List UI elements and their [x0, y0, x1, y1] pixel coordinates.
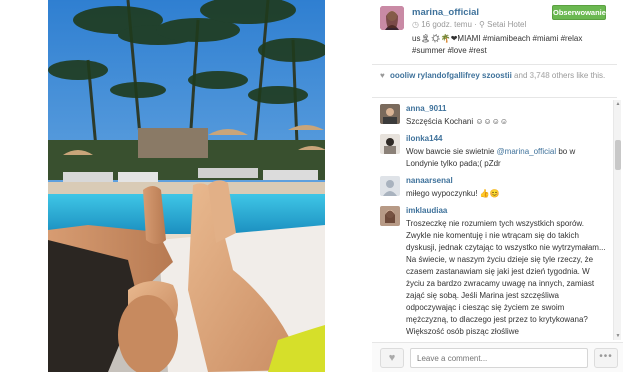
like-user-1[interactable]: oooliw [390, 71, 415, 80]
comment-text: Wow bawcie sie swietnie @marina_official… [406, 146, 608, 170]
post-time[interactable]: 16 godz. temu [421, 20, 472, 29]
comments-scrollbar[interactable]: ▲ ▼ [613, 100, 621, 340]
like-button[interactable]: ♥ [380, 348, 404, 368]
scroll-thumb[interactable] [615, 140, 621, 170]
comment-list: anna_9011 Szczęścia Kochani ☺☺☺☺ ilonka1… [372, 102, 610, 340]
scroll-down-arrow-icon[interactable]: ▼ [614, 332, 622, 340]
comment-footer: ♥ ••• [372, 342, 623, 372]
comment-username[interactable]: ilonka144 [406, 134, 442, 143]
default-avatar-icon [380, 176, 400, 196]
like-user-3[interactable]: szoostii [482, 71, 512, 80]
like-user-2[interactable]: rylandofgallifrey [418, 71, 480, 80]
beach-pool-photo [48, 0, 325, 372]
comment-text: miłego wypoczynku! 👍😊 [406, 189, 500, 198]
follow-button[interactable]: Obserwowanie [552, 5, 606, 20]
likes-suffix: others like this. [551, 71, 606, 80]
comment-username[interactable]: anna_9011 [406, 104, 446, 113]
comment-item: imklaudiaa Troszeczkę nie rozumiem tych … [380, 206, 610, 340]
likes-summary: ♥ oooliw rylandofgallifrey szoostii and … [380, 70, 612, 82]
comment-item: ilonka144 Wow bawcie sie swietnie @marin… [380, 134, 610, 178]
heart-icon: ♥ [388, 352, 396, 364]
post-caption: us🏝☀🌴❤MIAMI #miamibeach #miami #relax #s… [412, 33, 612, 57]
author-avatar[interactable] [380, 6, 404, 30]
likes-count[interactable]: 3,748 [530, 71, 550, 80]
post-location[interactable]: Setai Hotel [487, 20, 526, 29]
post-header: marina_official ◷ 16 godz. temu · ⚲ Seta… [372, 0, 623, 62]
caption-line-2: #summer #love #rest [412, 46, 487, 55]
avatar-photo [380, 134, 400, 154]
post-meta: ◷ 16 godz. temu · ⚲ Setai Hotel [412, 20, 526, 29]
more-options-button[interactable]: ••• [594, 348, 618, 368]
commenter-avatar[interactable] [380, 104, 400, 124]
avatar-photo [380, 206, 400, 226]
caption-line-1: us🏝☀🌴❤MIAMI #miamibeach #miami #relax [412, 34, 583, 43]
avatar-photo [380, 104, 400, 124]
comment-text: Troszeczkę nie rozumiem tych wszystkich … [406, 219, 606, 336]
post-photo[interactable] [48, 0, 325, 372]
divider [372, 97, 617, 98]
location-pin-icon: ⚲ [479, 20, 485, 29]
scroll-up-arrow-icon[interactable]: ▲ [614, 100, 622, 108]
ellipsis-icon: ••• [599, 351, 613, 362]
divider [372, 64, 617, 65]
author-username[interactable]: marina_official [412, 7, 479, 18]
comment-item: nanaarsenal miłego wypoczynku! 👍😊 [380, 176, 610, 206]
instagram-post-view: marina_official ◷ 16 godz. temu · ⚲ Seta… [0, 0, 623, 372]
comment-text: Szczęścia Kochani ☺☺☺☺ [406, 117, 509, 126]
comment-mention[interactable]: @marina_official [497, 147, 557, 156]
comment-text-part: Wow bawcie sie swietnie [406, 147, 497, 156]
commenter-avatar[interactable] [380, 176, 400, 196]
post-sidebar: marina_official ◷ 16 godz. temu · ⚲ Seta… [372, 0, 623, 372]
comment-username[interactable]: imklaudiaa [406, 206, 447, 215]
comment-input[interactable] [410, 348, 588, 368]
comment-username[interactable]: nanaarsenal [406, 176, 453, 185]
heart-icon: ♥ [380, 71, 385, 80]
likes-connector: and [514, 71, 530, 80]
clock-icon: ◷ [412, 20, 419, 29]
commenter-avatar[interactable] [380, 134, 400, 154]
commenter-avatar[interactable] [380, 206, 400, 226]
avatar-photo [380, 6, 404, 30]
comment-item: anna_9011 Szczęścia Kochani ☺☺☺☺ [380, 104, 610, 134]
